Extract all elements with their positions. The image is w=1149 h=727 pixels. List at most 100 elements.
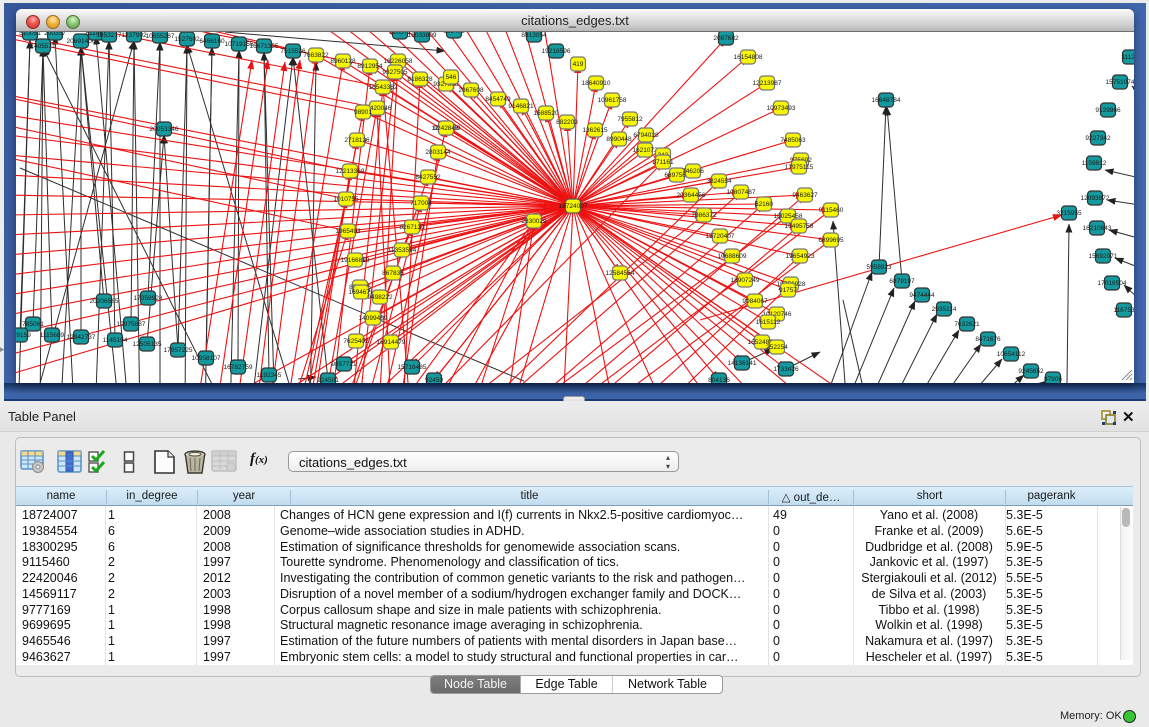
svg-text:16154808: 16154808 [734, 54, 763, 61]
svg-text:252254: 252254 [766, 344, 788, 351]
svg-text:6794028: 6794028 [633, 132, 659, 139]
svg-text:62160: 62160 [755, 201, 773, 208]
svg-text:18226058: 18226058 [384, 58, 413, 65]
svg-text:15751074: 15751074 [1106, 79, 1134, 86]
svg-text:419: 419 [573, 61, 584, 68]
svg-text:1145194: 1145194 [103, 337, 128, 344]
svg-text:2087682: 2087682 [713, 35, 739, 42]
svg-text:10654112: 10654112 [997, 351, 1026, 358]
svg-text:871161: 871161 [652, 159, 674, 166]
svg-text:2718126: 2718126 [344, 137, 370, 144]
svg-text:1115689: 1115689 [40, 332, 65, 339]
svg-text:18724007: 18724007 [559, 203, 588, 210]
svg-text:804136: 804136 [708, 377, 730, 383]
svg-text:7485063: 7485063 [780, 137, 806, 144]
svg-text:882203: 882203 [556, 119, 578, 126]
svg-text:17957225: 17957225 [164, 347, 193, 354]
svg-text:16914479: 16914479 [377, 339, 406, 346]
svg-text:8813054: 8813054 [521, 32, 547, 39]
svg-text:15720407: 15720407 [706, 233, 735, 240]
svg-text:12584554: 12584554 [606, 270, 635, 277]
svg-text:16033809: 16033809 [408, 32, 437, 39]
svg-text:924501: 924501 [317, 377, 339, 383]
svg-text:10807487: 10807487 [727, 189, 756, 196]
svg-text:87906: 87906 [1044, 376, 1062, 383]
svg-text:8427552: 8427552 [415, 174, 441, 181]
svg-text:2935114: 2935114 [932, 306, 957, 313]
svg-text:14099489: 14099489 [359, 315, 388, 322]
svg-text:10961758: 10961758 [598, 97, 627, 104]
svg-text:12942737: 12942737 [67, 334, 96, 341]
svg-text:1405571: 1405571 [30, 43, 56, 50]
svg-text:9327505: 9327505 [382, 69, 408, 76]
svg-text:8990448: 8990448 [606, 136, 632, 143]
svg-text:9242848: 9242848 [433, 125, 459, 132]
svg-text:8186328: 8186328 [407, 76, 433, 83]
svg-text:14136141: 14136141 [728, 360, 757, 367]
svg-text:665409: 665409 [443, 32, 465, 35]
svg-text:10688609: 10688609 [718, 253, 747, 260]
svg-text:20053346: 20053346 [150, 126, 179, 133]
svg-text:8960128: 8960128 [330, 58, 356, 65]
svg-text:8912954: 8912954 [357, 63, 383, 70]
svg-text:785061: 785061 [22, 321, 44, 328]
svg-text:1362615: 1362615 [582, 127, 608, 134]
svg-text:17016504: 17016504 [1098, 280, 1127, 287]
svg-text:8471676: 8471676 [975, 336, 1001, 343]
svg-text:9146821: 9146821 [508, 103, 534, 110]
svg-text:16210643: 16210643 [1083, 225, 1112, 232]
svg-text:9857721: 9857721 [331, 361, 357, 368]
svg-text:1853217: 1853217 [96, 32, 122, 39]
svg-text:2830029: 2830029 [521, 218, 547, 225]
svg-text:19166829: 19166829 [341, 257, 370, 264]
svg-text:5958923: 5958923 [866, 264, 892, 271]
svg-text:200357: 200357 [44, 32, 66, 37]
svg-text:8267130: 8267130 [399, 224, 425, 231]
svg-text:116753: 116753 [1113, 307, 1134, 314]
svg-text:9129966: 9129966 [1095, 107, 1121, 114]
svg-text:10975887: 10975887 [117, 321, 146, 328]
svg-text:92450: 92450 [425, 377, 443, 383]
svg-text:8454749: 8454749 [485, 96, 511, 103]
svg-text:6879197: 6879197 [889, 278, 915, 285]
svg-text:11353594: 11353594 [388, 247, 417, 254]
svg-text:17359928: 17359928 [134, 295, 163, 302]
svg-text:1615112: 1615112 [756, 319, 781, 326]
svg-text:1010755: 1010755 [333, 196, 359, 203]
svg-text:19218596: 19218596 [542, 48, 571, 55]
svg-text:11124: 11124 [1121, 54, 1134, 61]
svg-text:6899695: 6899695 [818, 237, 844, 244]
svg-text:7632621: 7632621 [954, 321, 980, 328]
svg-text:9084067: 9084067 [742, 298, 768, 305]
svg-text:1588520: 1588520 [533, 110, 559, 117]
svg-text:1237902: 1237902 [121, 32, 147, 39]
svg-text:18640910: 18640910 [582, 80, 611, 87]
svg-text:7955812: 7955812 [617, 116, 643, 123]
svg-text:7663822: 7663822 [303, 52, 329, 59]
svg-text:746206: 746206 [682, 168, 704, 175]
svg-text:867835: 867835 [382, 270, 404, 277]
svg-text:3215955: 3215955 [1056, 210, 1082, 217]
svg-text:9227342: 9227342 [1085, 135, 1111, 142]
svg-text:3824554: 3824554 [706, 178, 732, 185]
svg-text:19654923: 19654923 [786, 253, 815, 260]
svg-text:6466160: 6466160 [199, 38, 225, 45]
svg-text:91757: 91757 [779, 287, 797, 294]
svg-text:12093872: 12093872 [1081, 195, 1110, 202]
svg-text:16648784: 16648784 [872, 97, 901, 104]
svg-text:98901: 98901 [354, 109, 372, 116]
svg-text:7625402: 7625402 [343, 338, 369, 345]
svg-text:1621072: 1621072 [632, 147, 658, 154]
svg-text:12505135: 12505135 [133, 341, 162, 348]
svg-text:717004: 717004 [410, 200, 432, 207]
svg-text:16782759: 16782759 [224, 364, 253, 371]
svg-text:20364456: 20364456 [677, 192, 706, 199]
svg-text:7386372: 7386372 [691, 212, 717, 219]
svg-text:10958107: 10958107 [192, 355, 221, 362]
svg-text:10973493: 10973493 [767, 105, 796, 112]
svg-text:17975115: 17975115 [785, 164, 814, 171]
svg-text:546: 546 [446, 74, 457, 81]
svg-text:16671355: 16671355 [250, 43, 279, 50]
svg-text:2803144: 2803144 [425, 149, 451, 156]
svg-text:12213987: 12213987 [753, 80, 782, 87]
